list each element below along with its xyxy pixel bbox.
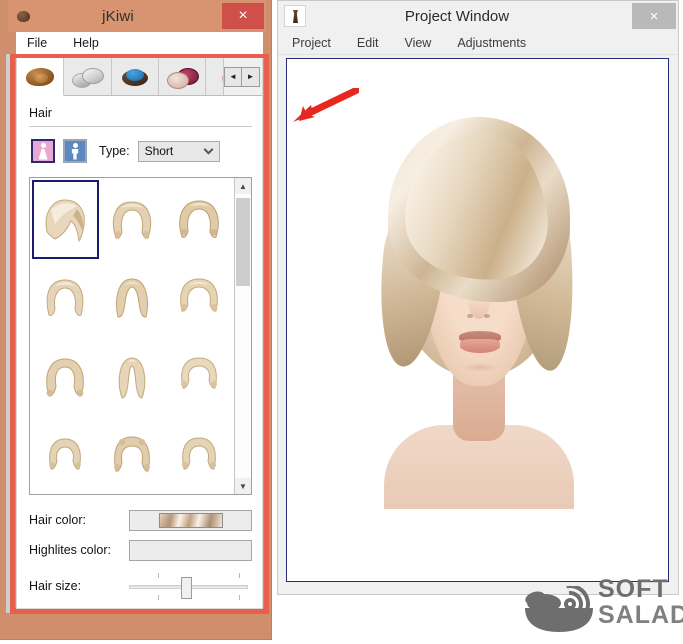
hairstyle-thumb-11 [104, 429, 160, 485]
jkiwi-window: jKiwi × File Help [0, 0, 272, 640]
tab-eyeshadow[interactable] [112, 58, 159, 95]
type-label: Type: [99, 144, 130, 158]
project-window-titlebar: Project Window × [278, 1, 678, 31]
hairstyle-thumb-1 [37, 192, 93, 248]
menu-edit[interactable]: Edit [355, 35, 381, 51]
jkiwi-content-panel: ◄ ► Hair Type: [16, 58, 263, 609]
powder-compact-icon [70, 64, 104, 90]
hair-parameter-controls: Hair color: Highlites color: Hair size: [29, 505, 252, 607]
jkiwi-close-button[interactable]: × [222, 3, 264, 29]
hairstyle-thumb-9 [171, 350, 227, 406]
scroll-up-icon[interactable]: ▲ [235, 178, 251, 194]
salad-bowl-icon [522, 586, 596, 634]
hairstyle-item[interactable] [32, 417, 99, 495]
gender-male-button[interactable] [63, 139, 87, 163]
hair-color-row: Hair color: [29, 505, 252, 535]
type-value: Short [145, 144, 174, 158]
blue-eyeshadow-icon [118, 64, 152, 90]
hairstyle-item[interactable] [165, 338, 232, 417]
hair-icon [23, 64, 57, 90]
hairstyle-item[interactable] [165, 180, 232, 259]
jkiwi-menubar: File Help [16, 32, 263, 54]
red-left-arrow [283, 88, 359, 124]
avatar [352, 87, 604, 517]
watermark-line-1: SOFT [598, 576, 683, 602]
tab-scroll-left-icon[interactable]: ◄ [224, 67, 242, 87]
jkiwi-window-title: jKiwi [14, 8, 222, 25]
kiwi-icon [14, 6, 34, 26]
category-tab-strip: ◄ ► [17, 58, 262, 96]
male-figure-icon [71, 143, 80, 160]
hairstyle-grid-scrollbar[interactable]: ▲ ▼ [234, 178, 251, 494]
scrollbar-track[interactable] [235, 194, 251, 478]
hairstyle-item[interactable] [165, 259, 232, 338]
scrollbar-thumb[interactable] [236, 198, 250, 286]
highlites-color-picker[interactable] [129, 540, 252, 561]
hairstyle-thumb-3 [171, 192, 227, 248]
hairstyle-thumb-8 [104, 350, 160, 406]
tab-scroll-controls: ◄ ► [224, 58, 262, 95]
hairstyle-thumb-10 [37, 429, 93, 485]
watermark-line-2: SALAD [598, 602, 683, 628]
menu-help[interactable]: Help [70, 35, 102, 51]
menu-adjustments[interactable]: Adjustments [455, 35, 528, 51]
hairstyle-item[interactable] [99, 417, 166, 495]
project-window-menubar: Project Edit View Adjustments [278, 31, 678, 55]
menu-view[interactable]: View [402, 35, 433, 51]
project-window-title: Project Window [282, 8, 632, 25]
hairstyle-thumb-5 [104, 271, 160, 327]
hair-color-label: Hair color: [29, 513, 129, 527]
hair-size-label: Hair size: [29, 579, 129, 593]
chevron-down-icon [203, 145, 213, 155]
hairstyle-item[interactable] [32, 180, 99, 259]
mannequin-icon [284, 5, 306, 27]
screenshot-root: jKiwi × File Help [0, 0, 683, 644]
tab-hair[interactable] [17, 58, 64, 96]
hairstyle-grid [30, 178, 234, 494]
hairstyle-thumb-12 [171, 429, 227, 485]
watermark-text: SOFT SALAD [598, 576, 683, 628]
project-window-close-button[interactable]: × [632, 3, 676, 29]
hairstyle-thumb-6 [171, 271, 227, 327]
menu-file[interactable]: File [24, 35, 50, 51]
hairstyle-grid-panel: ▲ ▼ [29, 177, 252, 495]
hairstyle-thumb-2 [104, 192, 160, 248]
softsalad-watermark: SOFT SALAD [520, 572, 680, 640]
pink-blush-icon [165, 64, 199, 90]
hair-color-swatch [159, 513, 223, 528]
highlites-color-label: Highlites color: [29, 543, 129, 557]
type-dropdown[interactable]: Short [138, 141, 220, 162]
tab-more[interactable] [206, 58, 224, 95]
hairstyle-item[interactable] [165, 417, 232, 495]
hairstyle-item[interactable] [99, 338, 166, 417]
menu-project[interactable]: Project [290, 35, 333, 51]
jkiwi-titlebar: jKiwi × [8, 0, 266, 32]
hairstyle-item[interactable] [32, 259, 99, 338]
female-figure-icon [39, 143, 48, 160]
hairstyle-thumb-7 [37, 350, 93, 406]
hair-size-slider[interactable] [129, 569, 252, 603]
section-title: Hair [17, 96, 262, 126]
hairstyle-item[interactable] [99, 180, 166, 259]
partial-tab-icon [206, 64, 223, 90]
hairstyle-thumb-4 [37, 271, 93, 327]
hairstyle-item[interactable] [99, 259, 166, 338]
tab-scroll-right-icon[interactable]: ► [242, 67, 260, 87]
jkiwi-frame-left [10, 54, 15, 613]
hair-options-row: Type: Short [17, 127, 262, 173]
jkiwi-frame-right [264, 54, 269, 613]
gender-female-button[interactable] [31, 139, 55, 163]
jkiwi-frame-gutter [6, 54, 10, 613]
hair-color-picker[interactable] [129, 510, 252, 531]
hairstyle-item[interactable] [32, 338, 99, 417]
slider-thumb[interactable] [181, 577, 192, 599]
scroll-down-icon[interactable]: ▼ [235, 478, 251, 494]
hair-size-row: Hair size: [29, 565, 252, 607]
tab-foundation[interactable] [64, 58, 111, 95]
highlites-color-row: Highlites color: [29, 535, 252, 565]
project-canvas[interactable] [286, 58, 669, 582]
tab-blush[interactable] [159, 58, 206, 95]
